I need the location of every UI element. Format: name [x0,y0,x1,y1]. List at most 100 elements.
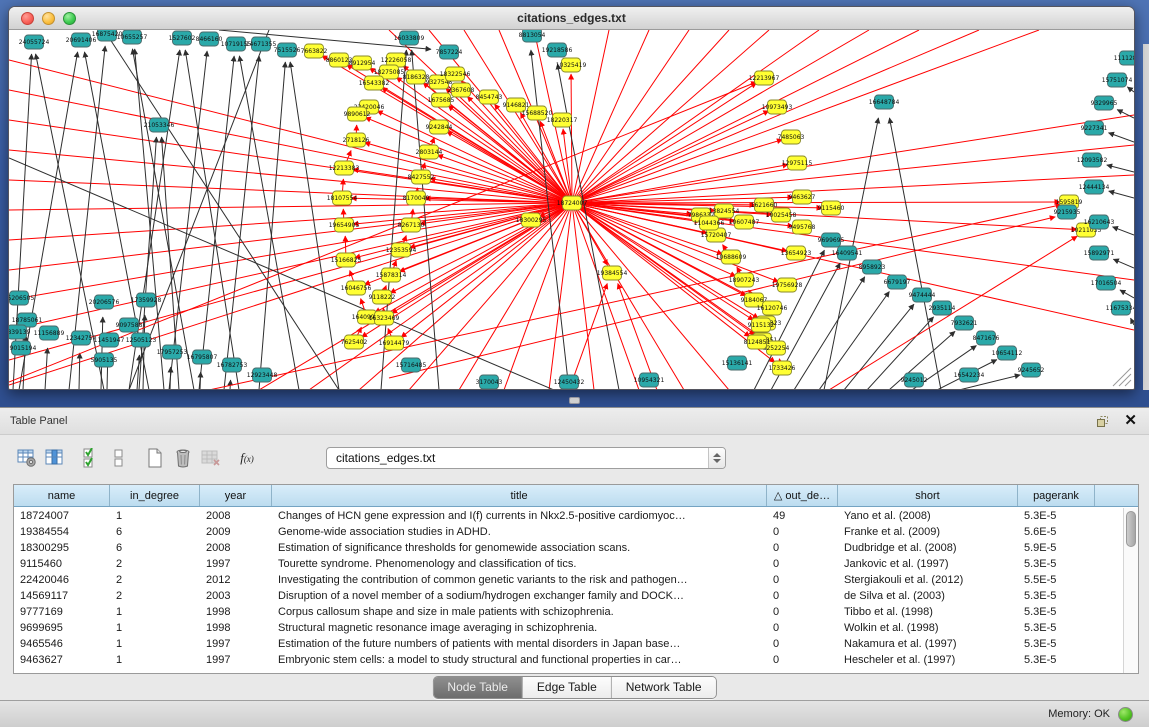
edge [170,367,171,389]
close-window-icon[interactable] [21,12,34,25]
delete-rows-button[interactable] [170,445,196,471]
cell-pagerank: 5.5E-5 [1018,574,1095,586]
cell-name: 9777169 [14,606,110,618]
graph-node-label: 15878314 [376,272,407,279]
citation-edge [572,30,609,203]
table-selector-dropdown[interactable]: citations_edges.txt [326,447,726,469]
cell-title: Estimation of significance thresholds fo… [272,542,767,554]
column-header-out_de[interactable]: △ out_de… [767,485,838,506]
edge [185,50,239,389]
column-header-pagerank[interactable]: pagerank [1018,485,1095,506]
cell-title: Embryonic stem cells: a model to study s… [272,654,767,666]
graph-node-label: 25206505 [9,295,34,302]
cell-out_de: 0 [767,654,838,666]
tab-edge-table[interactable]: Edge Table [523,677,612,698]
column-header-filler [1095,485,1138,506]
graph-node-label: 13824554 [709,208,740,215]
cell-in_degree: 6 [110,526,200,538]
float-window-icon[interactable] [1096,415,1109,428]
column-header-year[interactable]: year [200,485,272,506]
graph-node-label: 19015194 [9,345,36,352]
citation-edge [572,203,700,222]
network-desktop: citations_edges.txt 24055724206914061687… [0,0,1149,407]
memory-ok-indicator-icon [1118,707,1133,722]
table-row[interactable]: 2242004622012Investigating the contribut… [14,572,1122,588]
table-row[interactable]: 1830029562008Estimation of significance … [14,540,1122,556]
graph-node-label: 12342757 [66,335,97,342]
graph-node-label: 9890612 [344,111,371,118]
graph-node-label: 15136141 [722,360,753,367]
tab-node-table[interactable]: Node Table [433,677,523,698]
select-all-rows-button[interactable] [78,445,104,471]
citation-edge [549,203,572,389]
cell-pagerank: 5.3E-5 [1018,606,1095,618]
select-column-button[interactable] [42,445,68,471]
graph-node-label: 9118222 [369,294,396,301]
vertical-scrollbar[interactable] [1123,508,1138,673]
tab-network-table[interactable]: Network Table [612,677,716,698]
cell-name: 9115460 [14,558,110,570]
table-row[interactable]: 1872400712008Changes of HCN gene express… [14,508,1122,524]
cell-out_de: 0 [767,558,838,570]
graph-node-label: 16648784 [869,99,900,106]
table-row[interactable]: 969969511998Structural magnetic resonanc… [14,620,1122,636]
edge [239,56,299,389]
graph-node-label: 8170049 [403,195,430,202]
graph-node-label: 7932621 [951,320,978,327]
edge [1125,380,1131,386]
cell-pagerank: 5.3E-5 [1018,622,1095,634]
select-all-icon [82,448,100,468]
citation-edge [572,30,1039,203]
graph-node-label: 11156889 [34,330,65,337]
graph-node-label: 9474444 [909,292,936,299]
graph-node-label: 15166825 [331,257,362,264]
graph-node-label: 7663822 [301,48,328,55]
graph-node-label: 16046756 [341,285,372,292]
graph-node-label: 18724007 [557,200,588,207]
graph-node-label: 20206576 [89,299,120,306]
graph-node-label: 11451947 [94,337,125,344]
column-header-name[interactable]: name [14,485,110,506]
delete-table-button-disabled [198,445,224,471]
graph-node-label: 15751074 [1102,77,1133,84]
network-canvas[interactable]: 2405572420691406168754201065525715276028… [9,30,1134,389]
graph-node-label: 9699695 [818,237,845,244]
edge [200,372,201,389]
unselect-rows-button[interactable] [106,445,132,471]
column-header-title[interactable]: title [272,485,767,506]
minimize-window-icon[interactable] [42,12,55,25]
citation-edge [410,203,572,248]
cell-pagerank: 5.3E-5 [1018,510,1095,522]
function-builder-button[interactable]: f(x) [234,445,260,471]
column-header-in_degree[interactable]: in_degree [110,485,200,506]
graph-node-label: 11044366 [694,220,725,227]
table-toolbar: f(x) citations_edges.txt [0,441,1149,475]
cell-pagerank: 5.9E-5 [1018,542,1095,554]
table-row[interactable]: 1938455462009Genome-wide association stu… [14,524,1122,540]
graph-node-label: 18907243 [729,277,760,284]
table-row[interactable]: 977716911998Corpus callosum shape and si… [14,604,1122,620]
column-header-short[interactable]: short [838,485,1018,506]
citation-edge [572,202,1060,203]
scrollbar-thumb[interactable] [1126,511,1136,547]
graph-node-label: 9146821 [503,102,530,109]
table-settings-button[interactable] [14,445,40,471]
cell-title: Tourette syndrome. Phenomenology and cla… [272,558,767,570]
table-row[interactable]: 911546021997Tourette syndrome. Phenomeno… [14,556,1122,572]
table-panel-header: Table Panel ✕ [0,408,1149,435]
cell-title: Disruption of a novel member of a sodium… [272,590,767,602]
graph-node-label: 8267130 [398,222,425,229]
new-document-button[interactable] [142,445,168,471]
graph-node-label: 1621660 [751,202,778,209]
graph-node-label: 8124851 [744,339,771,346]
window-titlebar[interactable]: citations_edges.txt [9,7,1134,30]
table-row[interactable]: 1456911722003Disruption of a novel membe… [14,588,1122,604]
edge [259,62,285,389]
maximize-window-icon[interactable] [63,12,76,25]
citation-edge [572,175,1134,203]
close-icon[interactable]: ✕ [1124,414,1137,428]
table-row[interactable]: 946554611997Estimation of the future num… [14,636,1122,652]
splitter-handle[interactable] [569,397,580,404]
table-row[interactable]: 946362711997Embryonic stem cells: a mode… [14,652,1122,668]
graph-node-label: 1527602 [169,35,196,42]
